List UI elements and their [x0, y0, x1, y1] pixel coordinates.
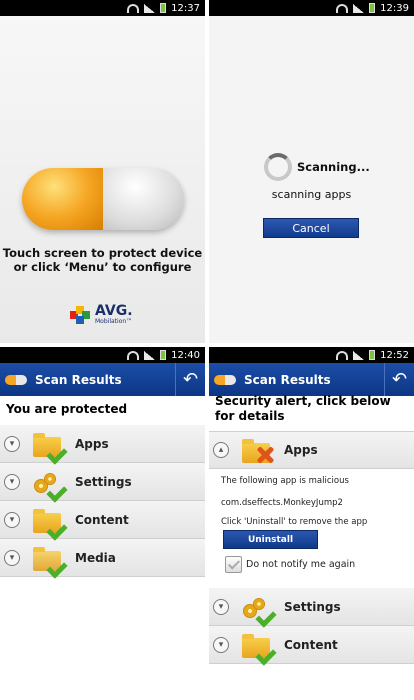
results-screen: 12:40 Scan Results ↶ You are protected ▾… [0, 347, 205, 690]
list-item-content[interactable]: ▾ Content [209, 626, 414, 664]
screenshot-grid: 12:37 Touch screen to protect device or … [0, 0, 414, 700]
avg-logo: AVG. Mobilation™ [70, 304, 133, 325]
list-item-label: Content [284, 637, 338, 652]
folder-check-icon [31, 429, 67, 459]
home-screen: 12:37 Touch screen to protect device or … [0, 0, 205, 343]
status-bar: 12:40 [0, 347, 205, 363]
list-item-label: Settings [284, 599, 341, 614]
checkbox-label: Do not notify me again [246, 559, 356, 570]
avg-logo-icon [70, 305, 92, 324]
battery-icon [160, 3, 167, 13]
battery-icon [369, 3, 376, 13]
back-icon[interactable]: ↶ [175, 363, 205, 396]
header-bar: Scan Results ↶ [0, 363, 205, 396]
wifi-icon [127, 3, 140, 13]
signal-icon [353, 350, 365, 360]
spinner-icon [264, 153, 292, 181]
signal-icon [144, 350, 156, 360]
instruction-text: Touch screen to protect device or click … [2, 246, 203, 274]
back-icon[interactable]: ↶ [384, 363, 414, 396]
pill-icon[interactable] [22, 168, 184, 230]
folder-check-icon [240, 630, 276, 660]
status-time: 12:37 [171, 2, 200, 14]
status-time: 12:39 [380, 2, 409, 14]
battery-icon [369, 350, 376, 360]
uninstall-button[interactable]: Uninstall [223, 530, 318, 549]
list-item-content[interactable]: ▾ Content [0, 501, 205, 539]
scanning-subtitle: scanning apps [271, 188, 352, 201]
status-bar: 12:39 [209, 0, 414, 16]
wifi-icon [336, 3, 349, 13]
package-name: com.dseffects.MonkeyJump2 [221, 498, 343, 508]
list-item-label: Media [75, 550, 116, 565]
status-bar: 12:37 [0, 0, 205, 16]
signal-icon [353, 3, 365, 13]
malicious-text: The following app is malicious [221, 476, 349, 486]
app-pill-icon [214, 374, 236, 385]
status-time: 12:52 [380, 349, 409, 361]
folder-alert-icon [240, 435, 276, 465]
list-item-label: Settings [75, 474, 132, 489]
chevron-down-icon[interactable]: ▾ [4, 511, 20, 528]
wifi-icon [127, 350, 140, 360]
list-item-label: Apps [75, 436, 109, 451]
gears-check-icon [31, 467, 67, 497]
folder-check-icon [31, 505, 67, 535]
header-title: Scan Results [244, 372, 331, 387]
chevron-down-icon[interactable]: ▾ [4, 435, 20, 452]
list-item-apps[interactable]: ▾ Apps [0, 425, 205, 463]
uninstall-instruction: Click 'Uninstall' to remove the app [221, 517, 368, 527]
list-item-media[interactable]: ▾ Media [0, 539, 205, 577]
list-item-apps-expanded[interactable]: ▴ Apps [209, 431, 414, 469]
wifi-icon [336, 350, 349, 360]
header-title: Scan Results [35, 372, 122, 387]
chevron-down-icon[interactable]: ▾ [4, 473, 20, 490]
battery-icon [160, 350, 167, 360]
alert-screen: 12:52 Scan Results ↶ Security alert, cli… [209, 347, 414, 690]
list-item-settings[interactable]: ▾ Settings [0, 463, 205, 501]
scanning-body: Scanning... scanning apps Cancel [209, 16, 414, 343]
list-item-label: Content [75, 512, 129, 527]
chevron-down-icon[interactable]: ▾ [213, 636, 229, 653]
header-bar: Scan Results ↶ [209, 363, 414, 396]
chevron-down-icon[interactable]: ▾ [213, 598, 229, 615]
protected-heading: You are protected [6, 402, 128, 416]
results-list: ▾ Settings ▾ Content [209, 588, 414, 664]
notify-checkbox[interactable] [225, 556, 242, 573]
home-body[interactable]: Touch screen to protect device or click … [0, 16, 205, 343]
chevron-down-icon[interactable]: ▾ [4, 549, 20, 566]
status-time: 12:40 [171, 349, 200, 361]
media-check-icon [31, 543, 67, 573]
alert-heading: Security alert, click below for details [215, 394, 391, 423]
gears-check-icon [240, 592, 276, 622]
scanning-title: Scanning... [297, 160, 370, 174]
chevron-up-icon[interactable]: ▴ [213, 442, 229, 458]
list-item-settings[interactable]: ▾ Settings [209, 588, 414, 626]
status-bar: 12:52 [209, 347, 414, 363]
list-item-label: Apps [284, 443, 318, 457]
signal-icon [144, 3, 156, 13]
app-pill-icon [5, 374, 27, 385]
cancel-button[interactable]: Cancel [263, 218, 359, 238]
scanning-screen: 12:39 Scanning... scanning apps Cancel [209, 0, 414, 343]
results-list: ▾ Apps ▾ Settings ▾ Content ▾ Media [0, 425, 205, 577]
